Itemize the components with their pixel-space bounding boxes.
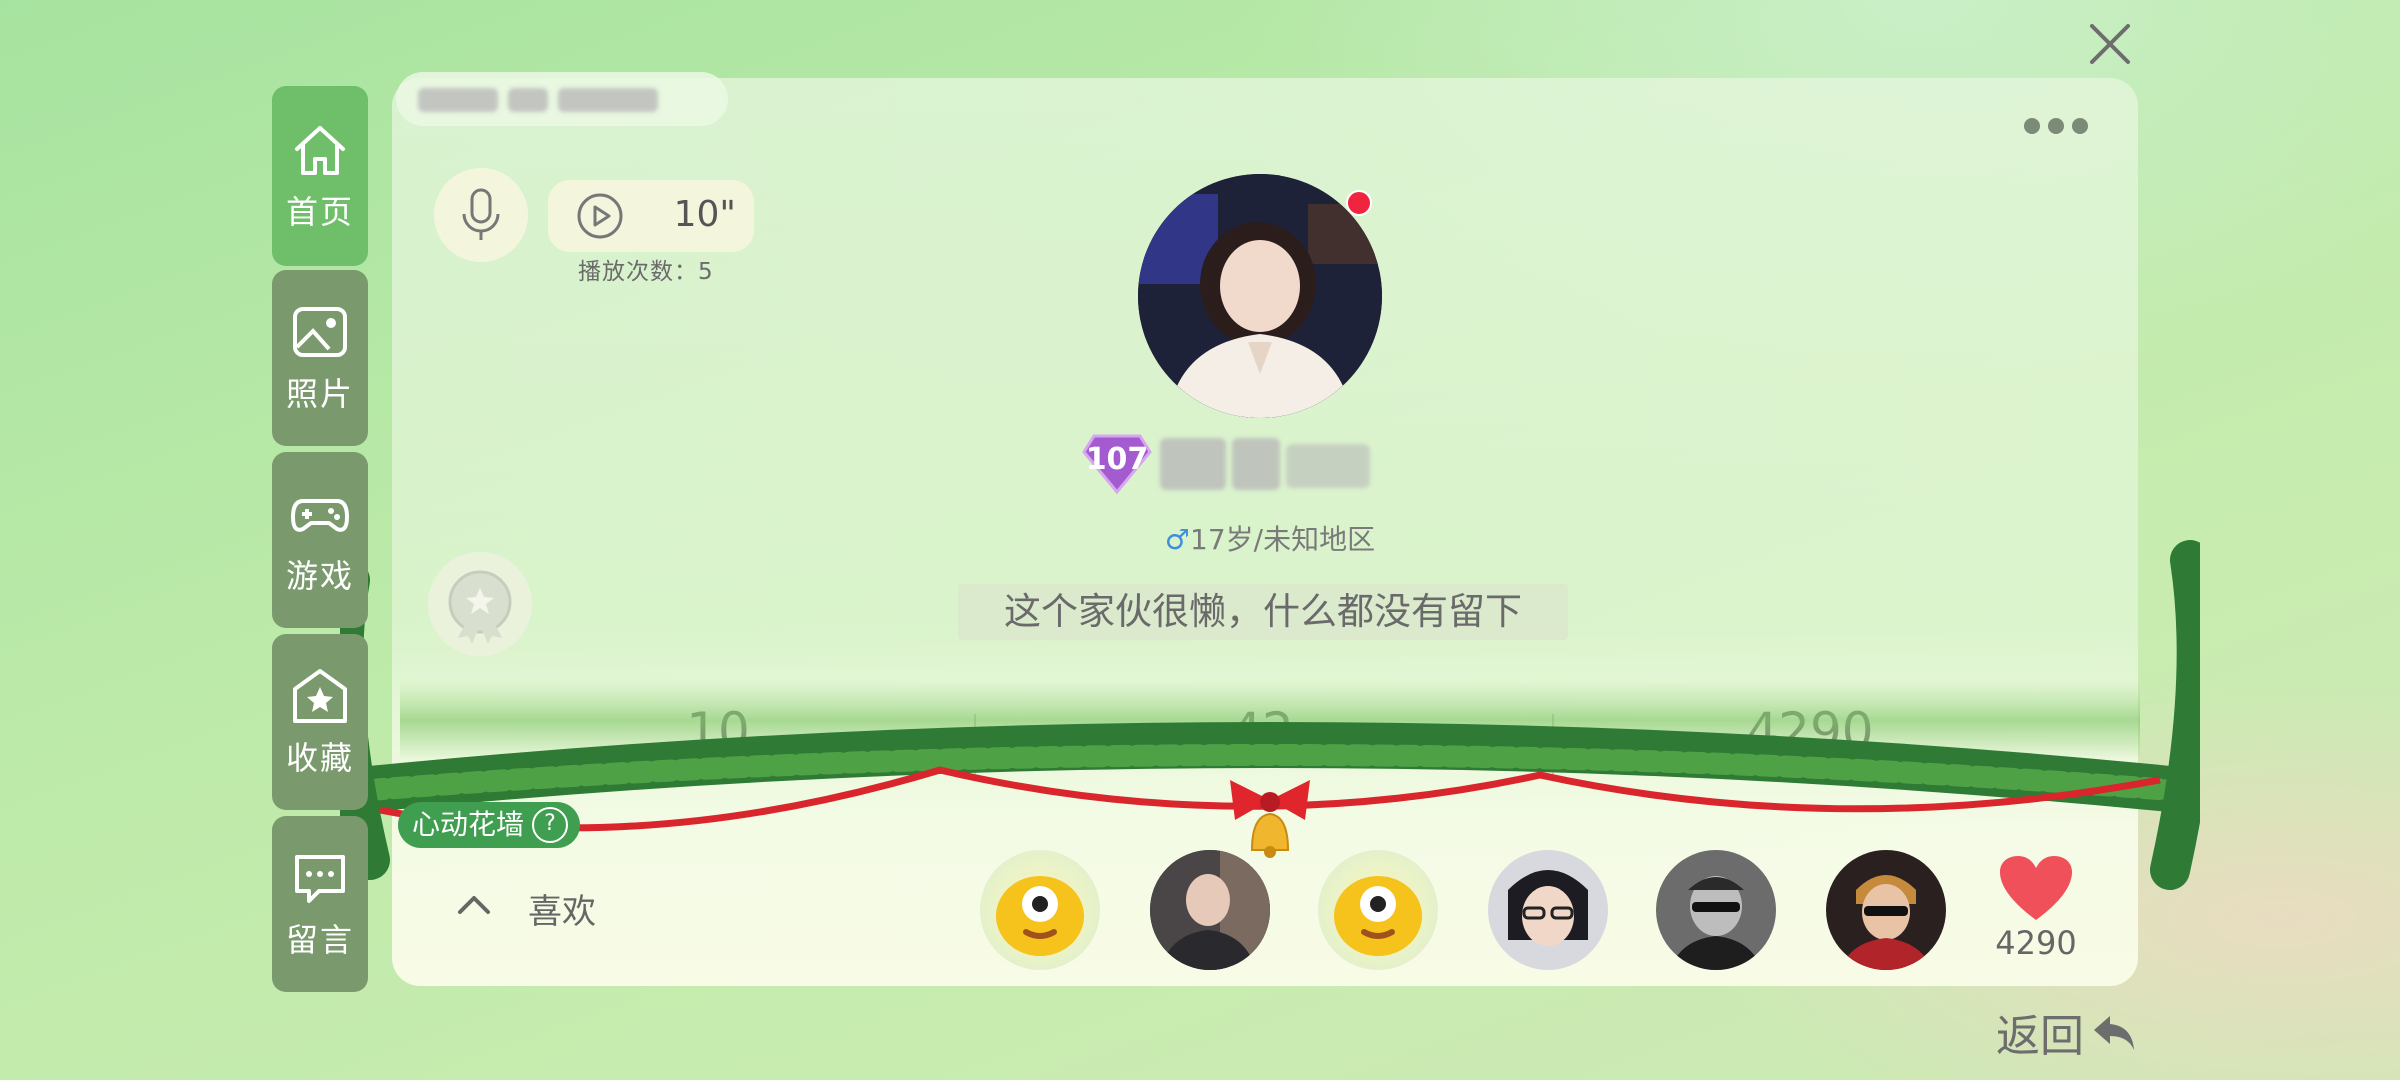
home-icon	[295, 126, 345, 175]
liker-avatar[interactable]	[980, 850, 1100, 970]
nav-item-messages[interactable]: 留言	[272, 816, 368, 992]
nav-item-favorites[interactable]: 收藏	[272, 634, 368, 810]
heart-icon	[2000, 856, 2072, 920]
blurred-name	[508, 88, 548, 112]
star-house-icon	[293, 669, 347, 723]
likes-label: 喜欢	[528, 892, 596, 932]
level-number: 107	[1085, 442, 1149, 477]
liker-avatar[interactable]	[1656, 850, 1776, 970]
back-label: 返回	[1996, 1011, 2084, 1062]
back-arrow-icon	[2094, 1016, 2134, 1050]
photo-icon	[293, 307, 347, 357]
nav-item-games[interactable]: 游戏	[272, 452, 368, 628]
nav-label: 首页	[285, 193, 354, 231]
more-options-button[interactable]	[2024, 118, 2096, 140]
nickname-tab	[396, 72, 728, 126]
online-status-dot	[1346, 190, 1372, 216]
close-icon	[2090, 24, 2130, 64]
user-photo-avatar	[1488, 850, 1608, 970]
back-button[interactable]: 返回	[1996, 1000, 2140, 1064]
gamepad-icon	[291, 499, 349, 532]
nav-item-photos[interactable]: 照片	[272, 270, 368, 446]
record-voice-button[interactable]	[434, 168, 528, 262]
microphone-icon	[462, 188, 500, 240]
nav-label: 照片	[285, 375, 354, 413]
user-photo-avatar	[1656, 850, 1776, 970]
more-dot-icon	[2048, 118, 2064, 134]
help-icon[interactable]: ?	[532, 807, 569, 843]
profile-avatar[interactable]	[1138, 174, 1382, 418]
christmas-garland-decoration	[340, 540, 2200, 890]
monster-avatar-icon	[996, 876, 1084, 956]
voice-intro-player[interactable]: 10"	[548, 180, 754, 252]
voice-duration: 10"	[673, 194, 736, 235]
blurred-nickname	[1286, 444, 1370, 488]
liker-avatar[interactable]	[1488, 850, 1608, 970]
user-photo-avatar	[1150, 850, 1270, 970]
likes-expand-button[interactable]	[454, 886, 494, 926]
like-button[interactable]	[1996, 852, 2076, 924]
message-icon	[295, 855, 345, 903]
bell-icon	[1250, 812, 1290, 858]
likes-count: 4290	[1995, 924, 2077, 962]
blurred-name	[558, 88, 658, 112]
monster-avatar-icon	[1334, 876, 1422, 956]
flower-wall-label: 心动花墙	[412, 808, 525, 841]
liker-avatar[interactable]	[1826, 850, 1946, 970]
more-dot-icon	[2024, 118, 2040, 134]
blurred-nickname	[1232, 438, 1280, 490]
close-button[interactable]	[2082, 16, 2138, 72]
flower-wall-button[interactable]: 心动花墙 ?	[398, 802, 581, 848]
liker-avatar[interactable]	[1150, 850, 1270, 970]
more-dot-icon	[2072, 118, 2088, 134]
chevron-up-icon	[458, 896, 490, 914]
nav-label: 游戏	[285, 557, 354, 595]
nav-label: 留言	[285, 921, 354, 959]
nav-item-home[interactable]: 首页	[272, 86, 368, 266]
avatar-photo	[1138, 174, 1382, 418]
blurred-nickname	[1160, 438, 1226, 490]
liker-avatar[interactable]	[1318, 850, 1438, 970]
play-icon	[577, 193, 623, 239]
play-count-text: 播放次数：5	[578, 259, 714, 285]
nav-label: 收藏	[285, 739, 354, 777]
user-photo-avatar	[1826, 850, 1946, 970]
blurred-name	[418, 88, 498, 112]
